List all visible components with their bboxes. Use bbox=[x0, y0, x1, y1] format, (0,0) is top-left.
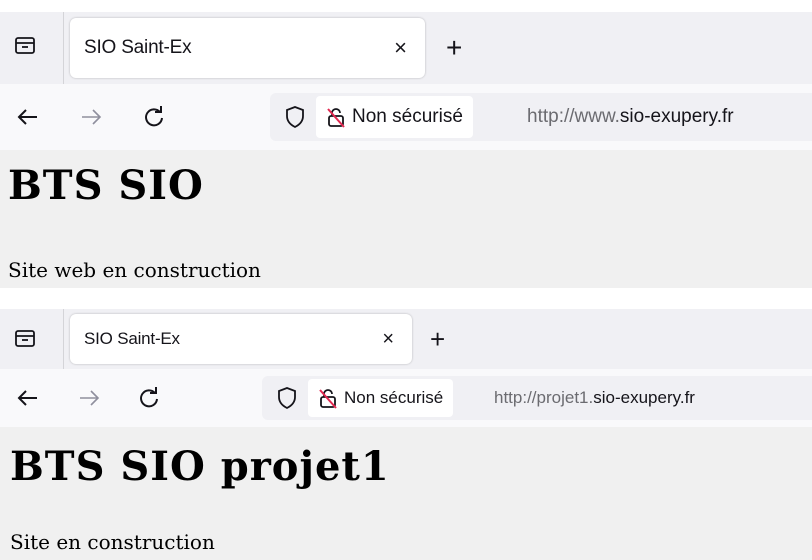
url-host: sio-exupery.fr bbox=[593, 388, 695, 407]
reload-icon[interactable] bbox=[136, 385, 162, 411]
security-label: Non sécurisé bbox=[352, 106, 463, 127]
new-tab-button[interactable]: + bbox=[446, 12, 462, 84]
browser-window-2: SIO Saint-Ex × + Non sécurisé http://pro… bbox=[0, 309, 812, 560]
close-tab-icon[interactable]: × bbox=[394, 18, 407, 78]
reload-icon[interactable] bbox=[141, 104, 167, 130]
forward-arrow-icon[interactable] bbox=[78, 104, 104, 130]
url-text[interactable]: http://www.sio-exupery.fr bbox=[527, 93, 734, 141]
page-text: Site web en construction bbox=[8, 258, 261, 282]
page-heading: BTS SIO bbox=[8, 162, 204, 209]
insecure-lock-icon bbox=[327, 108, 345, 128]
back-arrow-icon[interactable] bbox=[15, 104, 41, 130]
tab-sio-saint-ex[interactable]: SIO Saint-Ex × bbox=[70, 314, 412, 364]
new-tab-button[interactable]: + bbox=[430, 309, 445, 369]
security-label: Non sécurisé bbox=[344, 388, 444, 407]
tab-separator bbox=[63, 12, 64, 84]
security-indicator[interactable]: Non sécurisé bbox=[308, 379, 454, 417]
url-host: sio-exupery.fr bbox=[619, 106, 734, 127]
tab-bar: SIO Saint-Ex × + bbox=[0, 309, 812, 369]
security-indicator[interactable]: Non sécurisé bbox=[316, 96, 473, 138]
page-heading: BTS SIO projet1 bbox=[10, 443, 390, 490]
tab-separator bbox=[63, 309, 64, 369]
tab-title: SIO Saint-Ex bbox=[84, 329, 180, 348]
page-text: Site en construction bbox=[10, 530, 215, 554]
page-content: BTS SIO projet1 Site en construction bbox=[0, 427, 812, 560]
back-arrow-icon[interactable] bbox=[15, 385, 41, 411]
url-prefix: http://www. bbox=[527, 106, 620, 127]
shield-icon[interactable] bbox=[284, 105, 306, 129]
url-prefix: http://projet1. bbox=[494, 388, 594, 407]
navigation-bar: Non sécurisé http://www.sio-exupery.fr bbox=[0, 84, 812, 150]
tab-list-icon[interactable] bbox=[14, 34, 36, 56]
browser-window-1: SIO Saint-Ex × + Non sécurisé http://www… bbox=[0, 12, 812, 288]
insecure-lock-icon bbox=[319, 389, 337, 409]
url-bar[interactable]: Non sécurisé http://projet1.sio-exupery.… bbox=[262, 376, 812, 420]
navigation-bar: Non sécurisé http://projet1.sio-exupery.… bbox=[0, 369, 812, 427]
tab-title: SIO Saint-Ex bbox=[84, 37, 192, 58]
tab-bar: SIO Saint-Ex × + bbox=[0, 12, 812, 84]
shield-icon[interactable] bbox=[276, 386, 298, 410]
close-tab-icon[interactable]: × bbox=[382, 314, 394, 364]
tab-list-icon[interactable] bbox=[14, 327, 36, 349]
forward-arrow-icon[interactable] bbox=[76, 385, 102, 411]
tab-sio-saint-ex[interactable]: SIO Saint-Ex × bbox=[70, 18, 425, 78]
url-text[interactable]: http://projet1.sio-exupery.fr bbox=[494, 376, 695, 420]
url-bar[interactable]: Non sécurisé http://www.sio-exupery.fr bbox=[270, 93, 812, 141]
page-content: BTS SIO Site web en construction bbox=[0, 150, 812, 288]
